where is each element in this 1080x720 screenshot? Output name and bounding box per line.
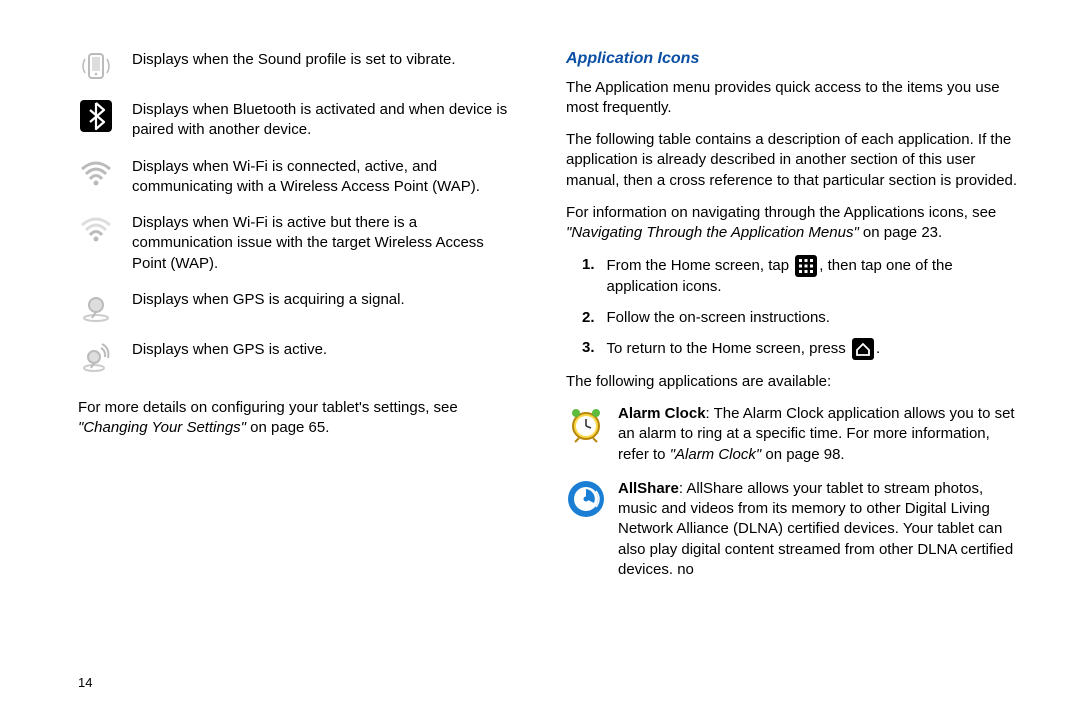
step-num: 2. bbox=[566, 308, 595, 328]
para-1: The Application menu provides quick acce… bbox=[566, 78, 1020, 119]
page-number: 14 bbox=[78, 674, 92, 692]
icon-row-gps-active: Displays when GPS is active. bbox=[78, 338, 518, 374]
step-num: 1. bbox=[566, 255, 595, 275]
icon-text: Displays when Wi-Fi is connected, active… bbox=[132, 155, 518, 198]
section-title: Application Icons bbox=[566, 48, 1020, 70]
bluetooth-icon bbox=[78, 98, 114, 134]
allshare-icon bbox=[566, 479, 606, 519]
app-alarm-clock: Alarm Clock: The Alarm Clock application… bbox=[566, 404, 1020, 465]
app-body: Alarm Clock: The Alarm Clock application… bbox=[618, 404, 1020, 465]
p3-pre: For information on navigating through th… bbox=[566, 204, 996, 221]
steps: 1. From the Home screen, tap , then tap … bbox=[566, 255, 1020, 360]
app-allshare: AllShare: AllShare allows your tablet to… bbox=[566, 479, 1020, 580]
para-3: For information on navigating through th… bbox=[566, 203, 1020, 244]
icon-text: Displays when Wi-Fi is active but there … bbox=[132, 211, 518, 274]
wifi-issue-icon bbox=[78, 211, 114, 247]
step-3: 3. To return to the Home screen, press . bbox=[566, 338, 1020, 360]
para-4: The following applications are available… bbox=[566, 372, 1020, 392]
icon-row-gps-acquiring: Displays when GPS is acquiring a signal. bbox=[78, 288, 518, 324]
left-footer: For more details on configuring your tab… bbox=[78, 398, 518, 439]
s1a: From the Home screen, tap bbox=[607, 257, 794, 274]
footer-link: "Changing Your Settings" bbox=[78, 419, 246, 436]
icon-text: Displays when GPS is active. bbox=[132, 338, 518, 360]
left-column: Displays when the Sound profile is set t… bbox=[78, 48, 518, 700]
right-column: Application Icons The Application menu p… bbox=[566, 48, 1020, 700]
step-2: 2. Follow the on-screen instructions. bbox=[566, 308, 1020, 328]
s3a: To return to the Home screen, press bbox=[607, 340, 850, 357]
app-post: on page 98. bbox=[761, 446, 844, 463]
icon-row-wifi-active: Displays when Wi-Fi is connected, active… bbox=[78, 155, 518, 198]
app-label: AllShare bbox=[618, 480, 679, 497]
home-icon bbox=[852, 338, 874, 360]
gps-acquiring-icon bbox=[78, 288, 114, 324]
step-body: Follow the on-screen instructions. bbox=[607, 308, 1020, 328]
icon-row-wifi-issue: Displays when Wi-Fi is active but there … bbox=[78, 211, 518, 274]
app-body: AllShare: AllShare allows your tablet to… bbox=[618, 479, 1020, 580]
apps-grid-icon bbox=[795, 255, 817, 277]
icon-text: Displays when Bluetooth is activated and… bbox=[132, 98, 518, 141]
step-body: To return to the Home screen, press . bbox=[607, 338, 1020, 360]
step-body: From the Home screen, tap , then tap one… bbox=[607, 255, 1020, 297]
icon-text: Displays when the Sound profile is set t… bbox=[132, 48, 518, 70]
step-1: 1. From the Home screen, tap , then tap … bbox=[566, 255, 1020, 297]
gps-active-icon bbox=[78, 338, 114, 374]
icon-row-vibrate: Displays when the Sound profile is set t… bbox=[78, 48, 518, 84]
icon-text: Displays when GPS is acquiring a signal. bbox=[132, 288, 518, 310]
p3-link: "Navigating Through the Application Menu… bbox=[566, 224, 859, 241]
s3b: . bbox=[876, 340, 880, 357]
vibrate-icon bbox=[78, 48, 114, 84]
para-2: The following table contains a descripti… bbox=[566, 130, 1020, 191]
app-link: "Alarm Clock" bbox=[670, 446, 762, 463]
footer-post: on page 65. bbox=[246, 419, 329, 436]
icon-row-bluetooth: Displays when Bluetooth is activated and… bbox=[78, 98, 518, 141]
alarm-clock-icon bbox=[566, 404, 606, 444]
app-label: Alarm Clock bbox=[618, 405, 706, 422]
step-num: 3. bbox=[566, 338, 595, 358]
wifi-icon bbox=[78, 155, 114, 191]
footer-pre: For more details on configuring your tab… bbox=[78, 399, 458, 416]
p3-post: on page 23. bbox=[859, 224, 942, 241]
